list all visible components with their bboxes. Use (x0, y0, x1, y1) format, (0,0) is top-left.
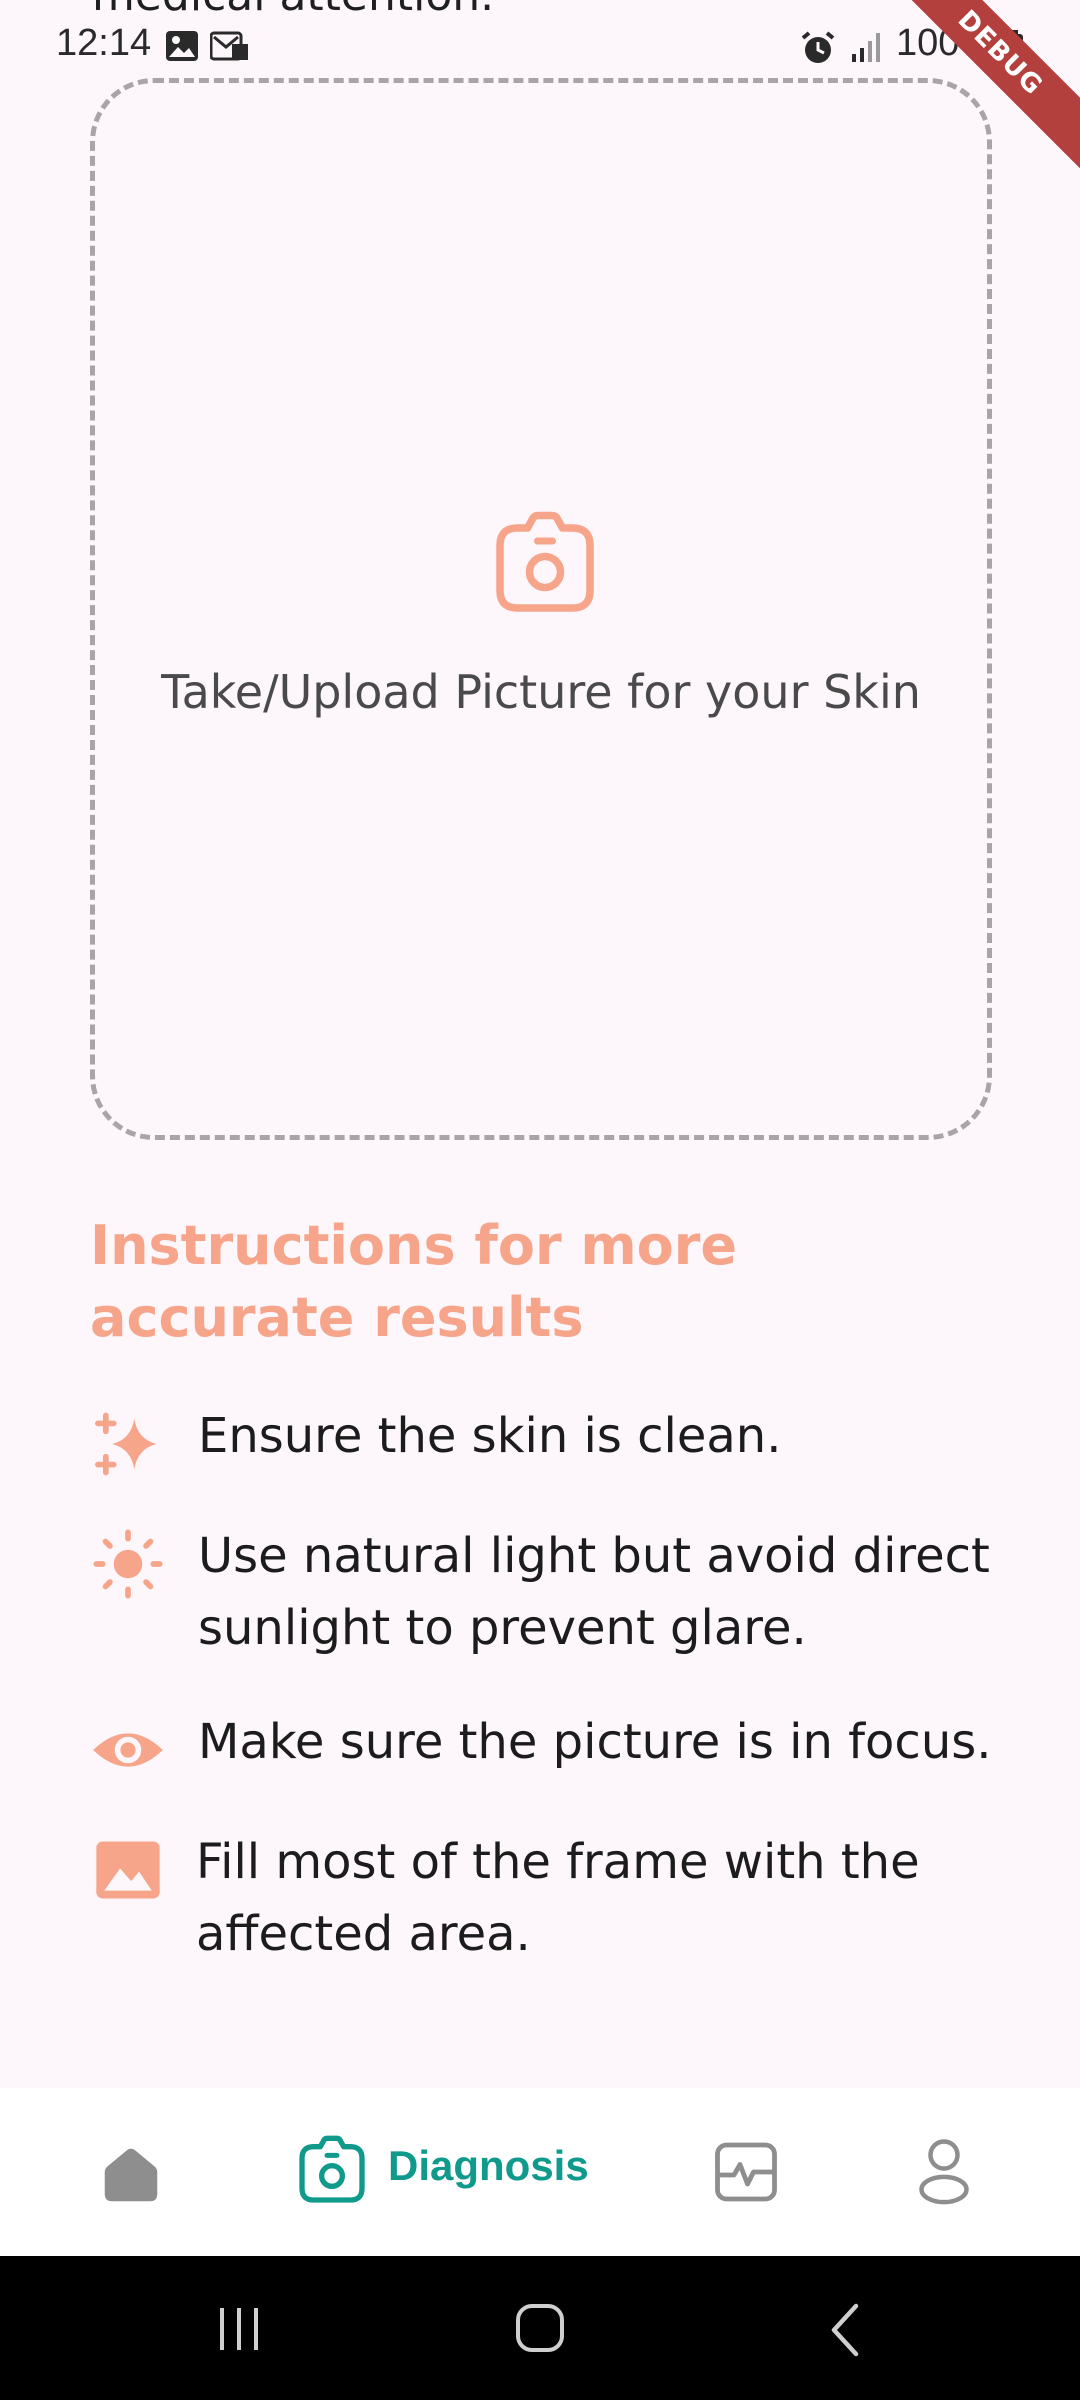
instruction-text: Ensure the skin is clean. (198, 1408, 782, 1464)
screen: medical attention. 12:14 100% (0, 0, 1080, 2400)
home-button-icon[interactable] (514, 2302, 566, 2354)
image-icon (96, 1841, 160, 1899)
gallery-notification-icon (166, 31, 198, 61)
nav-item-diagnosis[interactable]: Diagnosis (292, 2088, 612, 2256)
status-time: 12:14 (56, 22, 152, 64)
sun-icon (93, 1529, 163, 1599)
instruction-text: Make sure the picture is in focus. (198, 1714, 992, 1770)
nav-item-history[interactable] (710, 2088, 790, 2256)
email-notification-icon (210, 31, 248, 61)
sparkle-icon (95, 1412, 157, 1476)
pulse-chart-icon (715, 2142, 777, 2202)
back-icon[interactable] (826, 2302, 866, 2358)
camera-icon (299, 2135, 365, 2203)
camera-icon (496, 511, 594, 612)
nav-label-diagnosis: Diagnosis (388, 2142, 589, 2189)
profile-icon (919, 2139, 969, 2205)
instructions-title: Instructions for more accurate results (90, 1214, 738, 1349)
system-navigation-bar (0, 2256, 1080, 2400)
upload-label: Take/Upload Picture for your Skin (161, 665, 921, 719)
upload-picture-area[interactable]: Take/Upload Picture for your Skin (90, 78, 992, 1140)
status-bar: 12:14 100% (0, 0, 1080, 90)
instruction-text: Fill most of the frame with the affected… (196, 1834, 920, 1962)
signal-icon (852, 33, 880, 62)
bottom-navigation: Diagnosis (0, 2088, 1080, 2256)
nav-item-profile[interactable] (916, 2088, 976, 2256)
recent-apps-icon[interactable] (214, 2304, 264, 2354)
instruction-text: Use natural light but avoid direct sunli… (198, 1528, 990, 1656)
eye-icon (93, 1733, 163, 1767)
alarm-icon (801, 31, 835, 63)
home-icon (104, 2148, 158, 2202)
nav-item-home[interactable] (96, 2088, 176, 2256)
